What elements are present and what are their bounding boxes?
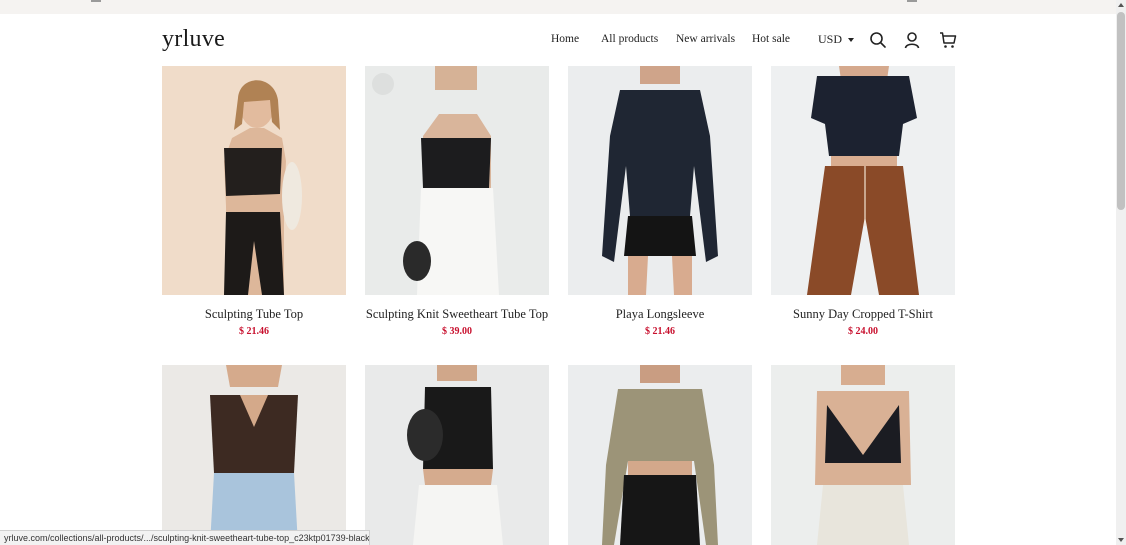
currency-selector[interactable]: USD xyxy=(818,32,855,47)
product-price: $ 39.00 xyxy=(442,326,472,337)
cart-icon[interactable] xyxy=(939,31,957,49)
product-title[interactable]: Sculpting Knit Sweetheart Tube Top xyxy=(345,307,569,322)
product-title[interactable]: Sculpting Tube Top xyxy=(142,307,366,322)
scrollbar-thumb[interactable] xyxy=(1117,12,1125,210)
nav-all-products[interactable]: All products xyxy=(601,33,658,45)
scroll-down-icon[interactable] xyxy=(1118,538,1124,542)
user-icon[interactable] xyxy=(903,31,921,49)
top-strip-mark xyxy=(907,0,917,2)
product-title[interactable]: Playa Longsleeve xyxy=(548,307,772,322)
product-image[interactable] xyxy=(162,365,346,545)
chevron-down-icon xyxy=(848,38,855,43)
product-title[interactable]: Sunny Day Cropped T-Shirt xyxy=(751,307,975,322)
top-strip-mark xyxy=(91,0,101,2)
currency-value: USD xyxy=(818,32,843,46)
product-image[interactable] xyxy=(771,66,955,295)
nav-new-arrivals[interactable]: New arrivals xyxy=(676,33,735,45)
product-image[interactable] xyxy=(365,66,549,295)
product-price: $ 21.46 xyxy=(645,326,675,337)
product-price: $ 24.00 xyxy=(848,326,878,337)
nav-hot-sale[interactable]: Hot sale xyxy=(752,33,790,45)
product-image[interactable] xyxy=(162,66,346,295)
scroll-up-icon[interactable] xyxy=(1118,3,1124,7)
vertical-scrollbar[interactable] xyxy=(1116,0,1126,545)
top-strip xyxy=(0,0,1116,14)
site-header: yrluve Home All products New arrivals Ho… xyxy=(0,14,1116,66)
browser-status-bar: yrluve.com/collections/all-products/.../… xyxy=(0,530,370,545)
product-price: $ 21.46 xyxy=(239,326,269,337)
search-icon[interactable] xyxy=(869,31,887,49)
nav-home[interactable]: Home xyxy=(551,33,579,45)
product-image[interactable] xyxy=(365,365,549,545)
site-logo[interactable]: yrluve xyxy=(162,26,225,53)
product-image[interactable] xyxy=(568,66,752,295)
product-image[interactable] xyxy=(771,365,955,545)
product-image[interactable] xyxy=(568,365,752,545)
